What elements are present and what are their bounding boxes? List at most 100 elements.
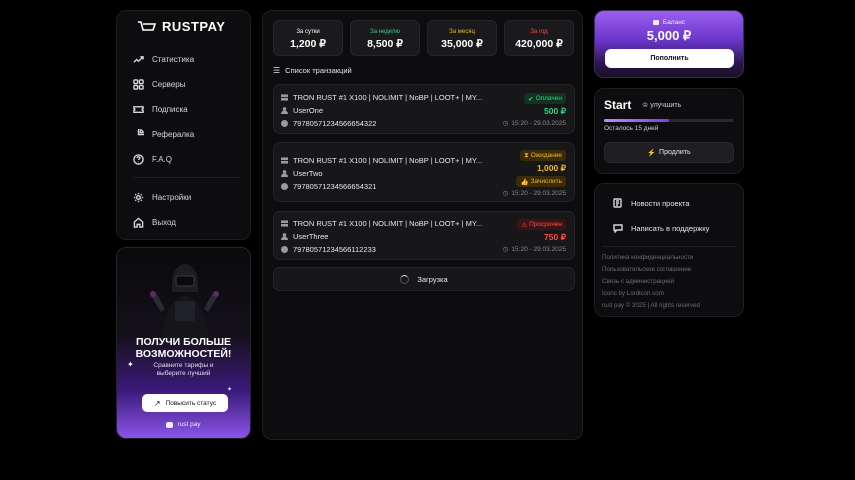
cart-icon bbox=[138, 20, 157, 31]
transaction-card[interactable]: TRON RUST #1 X100 | NOLIMIT | NoBP | LOO… bbox=[273, 211, 575, 260]
info-card: Новости проекта Написать в поддержку Пол… bbox=[594, 183, 744, 317]
transaction-card[interactable]: TRON RUST #1 X100 | NOLIMIT | NoBP | LOO… bbox=[273, 84, 575, 134]
promo-title: ПОЛУЧИ БОЛЬШЕ ВОЗМОЖНОСТЕЙ! bbox=[117, 336, 250, 360]
crown-icon: ♔ bbox=[642, 102, 649, 109]
brand-logo[interactable]: RUSTPAY bbox=[137, 19, 225, 34]
balance-label-text: Баланс bbox=[662, 19, 686, 26]
sidebar-item-label: F.A.Q bbox=[152, 155, 173, 164]
credit-button[interactable]: 👍 Зачислить bbox=[516, 176, 566, 187]
stat-value: 8,500 ₽ bbox=[367, 38, 403, 50]
tx-id: 79780571234566654321 bbox=[281, 182, 376, 191]
lightning-icon: ⚡ bbox=[647, 149, 657, 157]
tx-amount: 500 ₽ bbox=[544, 106, 566, 116]
stat-year: За год 420,000 ₽ bbox=[504, 20, 574, 56]
transactions-title-label: Список транзакций bbox=[285, 66, 352, 75]
question-icon bbox=[133, 154, 144, 165]
stat-day: За сутки 1,200 ₽ bbox=[273, 20, 343, 56]
steam-icon bbox=[281, 183, 288, 190]
tx-server-name: TRON RUST #1 X100 | NOLIMIT | NoBP | LOO… bbox=[293, 93, 483, 102]
sidebar-item-label: Подписка bbox=[152, 105, 188, 114]
sidebar-nav: Статистика Серверы Подписка Рефералка F.… bbox=[133, 47, 243, 235]
topup-button[interactable]: Пополнить bbox=[605, 49, 734, 68]
support-link[interactable]: Написать в поддержку bbox=[613, 223, 709, 233]
sidebar-item-subscription[interactable]: Подписка bbox=[133, 97, 243, 122]
tx-server: TRON RUST #1 X100 | NOLIMIT | NoBP | LOO… bbox=[281, 156, 482, 165]
upgrade-status-label: Повысить статус bbox=[165, 399, 217, 407]
promo-card: ✦ ✦ ПОЛУЧИ БОЛЬШЕ ВОЗМОЖНОСТЕЙ! Сравните… bbox=[116, 247, 251, 439]
upgrade-status-button[interactable]: ↗ Повысить статус bbox=[142, 394, 228, 412]
stat-label: За неделю bbox=[370, 29, 400, 35]
newspaper-icon bbox=[613, 198, 622, 208]
promo-title-line: ПОЛУЧИ БОЛЬШЕ bbox=[135, 336, 232, 348]
renew-button-label: Продлить bbox=[659, 149, 691, 156]
info-divider bbox=[602, 246, 736, 247]
status-badge-label: Оплачен bbox=[535, 95, 562, 102]
status-badge: ⧗ Ожидание bbox=[520, 150, 566, 161]
news-link[interactable]: Новости проекта bbox=[613, 198, 690, 208]
sidebar-item-faq[interactable]: F.A.Q bbox=[133, 147, 243, 172]
server-icon bbox=[281, 157, 288, 164]
tx-user: UserThree bbox=[281, 232, 328, 241]
renew-button[interactable]: ⚡ Продлить bbox=[604, 142, 734, 163]
sidebar-divider bbox=[133, 177, 241, 178]
chat-icon bbox=[613, 224, 623, 233]
hourglass-icon: ⧗ bbox=[524, 151, 529, 159]
tx-user: UserTwo bbox=[281, 169, 323, 178]
gear-icon bbox=[133, 192, 144, 203]
tx-username: UserThree bbox=[293, 232, 329, 241]
plan-remaining: Осталось 15 дней bbox=[604, 125, 659, 132]
thumbs-up-icon: 👍 bbox=[520, 178, 529, 186]
plan-progress-bar bbox=[604, 119, 734, 122]
upgrade-link-label: улучшить bbox=[650, 102, 682, 109]
home-icon bbox=[133, 217, 144, 228]
lordicon-credit[interactable]: Icons by Lordicon.com bbox=[602, 290, 664, 297]
user-icon bbox=[281, 107, 288, 114]
tx-username: UserOne bbox=[293, 106, 324, 115]
tx-server-name: TRON RUST #1 X100 | NOLIMIT | NoBP | LOO… bbox=[293, 156, 483, 165]
sidebar: RUSTPAY Статистика Серверы Подписка Рефе… bbox=[116, 10, 251, 240]
balance-card: Баланс 5,000 ₽ Пополнить bbox=[594, 10, 744, 78]
upgrade-link[interactable]: ♔ улучшить bbox=[642, 101, 681, 109]
stat-month: За месяц 35,000 ₽ bbox=[427, 20, 497, 56]
user-agreement-link[interactable]: Пользовательское соглашение bbox=[602, 266, 691, 273]
sidebar-item-label: Рефералка bbox=[152, 130, 195, 139]
transaction-card[interactable]: TRON RUST #1 X100 | NOLIMIT | NoBP | LOO… bbox=[273, 142, 575, 202]
tx-id-value: 79780571234566654322 bbox=[293, 119, 377, 128]
stat-label: За сутки bbox=[296, 29, 320, 35]
balance-label: Баланс bbox=[595, 19, 743, 26]
loading-label: Загрузка bbox=[417, 274, 448, 284]
plan-name: Start bbox=[604, 98, 632, 112]
user-icon bbox=[281, 233, 288, 240]
news-link-label: Новости проекта bbox=[631, 198, 690, 208]
privacy-policy-link[interactable]: Политика конфиденциальности bbox=[602, 254, 693, 261]
app-root: RUSTPAY Статистика Серверы Подписка Рефе… bbox=[0, 0, 855, 480]
main-panel: За сутки 1,200 ₽ За неделю 8,500 ₽ За ме… bbox=[262, 10, 583, 440]
wallet-icon bbox=[652, 20, 659, 25]
tx-date-value: 15:20 - 29.03.2025 bbox=[511, 189, 566, 197]
balance-value: 5,000 ₽ bbox=[646, 28, 692, 43]
transactions-title: ☰ Список транзакций bbox=[273, 66, 352, 75]
steam-icon bbox=[281, 120, 288, 127]
status-badge-label: Ожидание bbox=[530, 152, 562, 159]
promo-title-line: ВОЗМОЖНОСТЕЙ! bbox=[135, 348, 232, 360]
warning-icon: ⚠ bbox=[521, 221, 528, 229]
sidebar-item-statistics[interactable]: Статистика bbox=[133, 47, 243, 72]
sidebar-item-settings[interactable]: Настройки bbox=[133, 185, 243, 210]
sidebar-item-servers[interactable]: Серверы bbox=[133, 72, 243, 97]
sidebar-item-referral[interactable]: Рефералка bbox=[133, 122, 243, 147]
promo-brand-name: rust pay bbox=[177, 421, 201, 428]
status-badge: ⚠ Просрочен bbox=[517, 219, 566, 230]
sidebar-item-logout[interactable]: Выход bbox=[133, 210, 243, 235]
stat-value: 1,200 ₽ bbox=[290, 38, 326, 50]
plan-card: Start ♔ улучшить Осталось 15 дней ⚡ Прод… bbox=[594, 88, 744, 174]
arrow-up-right-icon: ↗ bbox=[153, 398, 161, 408]
check-circle-icon: ✔ bbox=[528, 95, 534, 103]
tx-amount: 750 ₽ bbox=[544, 232, 566, 242]
credit-button-label: Зачислить bbox=[530, 178, 562, 185]
contact-admin-link[interactable]: Связь с администрацией bbox=[602, 278, 674, 285]
chat-bubble-icon bbox=[166, 421, 174, 428]
clock-icon: ◷ bbox=[502, 190, 509, 197]
sidebar-item-label: Серверы bbox=[152, 80, 186, 89]
load-more-button[interactable]: Загрузка bbox=[273, 267, 575, 291]
stat-value: 35,000 ₽ bbox=[441, 38, 483, 50]
